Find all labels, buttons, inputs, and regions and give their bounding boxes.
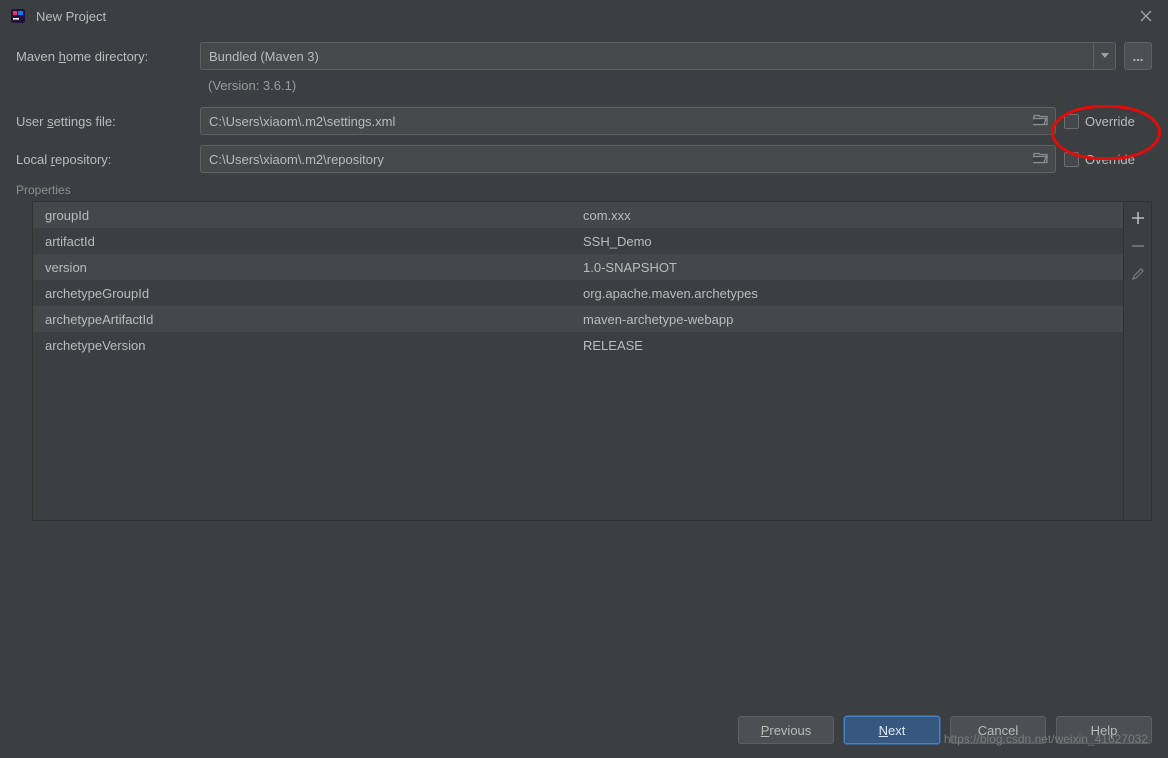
maven-home-dropdown[interactable]: Bundled (Maven 3) <box>200 42 1116 70</box>
table-row[interactable]: archetypeVersionRELEASE <box>33 332 1123 358</box>
chevron-down-icon <box>1093 43 1115 69</box>
property-value: SSH_Demo <box>583 234 1123 249</box>
property-value: com.xxx <box>583 208 1123 223</box>
table-row[interactable]: archetypeArtifactIdmaven-archetype-webap… <box>33 306 1123 332</box>
property-value: maven-archetype-webapp <box>583 312 1123 327</box>
cancel-button[interactable]: Cancel <box>950 716 1046 744</box>
property-key: archetypeVersion <box>45 338 583 353</box>
properties-table: groupIdcom.xxxartifactIdSSH_Demoversion1… <box>33 202 1123 520</box>
browse-maven-home-button[interactable]: ... <box>1124 42 1152 70</box>
local-repo-override-checkbox[interactable] <box>1064 152 1079 167</box>
plus-icon[interactable] <box>1128 208 1148 228</box>
help-button[interactable]: Help <box>1056 716 1152 744</box>
minus-icon[interactable] <box>1128 236 1148 256</box>
local-repo-input[interactable]: C:\Users\xiaom\.m2\repository <box>200 145 1056 173</box>
table-row[interactable]: archetypeGroupIdorg.apache.maven.archety… <box>33 280 1123 306</box>
close-icon[interactable] <box>1134 4 1158 28</box>
user-settings-input[interactable]: C:\Users\xiaom\.m2\settings.xml <box>200 107 1056 135</box>
user-settings-override-checkbox[interactable] <box>1064 114 1079 129</box>
next-button[interactable]: Next <box>844 716 940 744</box>
maven-home-value: Bundled (Maven 3) <box>209 49 319 64</box>
local-repo-override: Override <box>1064 152 1152 167</box>
local-repo-label: Local repository: <box>16 152 200 167</box>
window-title: New Project <box>36 9 1134 24</box>
maven-version-text: (Version: 3.6.1) <box>200 78 1152 93</box>
app-icon <box>10 8 26 24</box>
property-key: archetypeArtifactId <box>45 312 583 327</box>
dialog-footer: Previous Next Cancel Help <box>738 716 1152 744</box>
property-key: groupId <box>45 208 583 223</box>
properties-section-label: Properties <box>16 183 1152 197</box>
pencil-icon[interactable] <box>1128 264 1148 284</box>
titlebar: New Project <box>0 0 1168 32</box>
property-key: artifactId <box>45 234 583 249</box>
property-value: RELEASE <box>583 338 1123 353</box>
folder-open-icon[interactable] <box>1033 113 1049 130</box>
property-value: 1.0-SNAPSHOT <box>583 260 1123 275</box>
property-key: version <box>45 260 583 275</box>
override-label: Override <box>1085 114 1135 129</box>
table-row[interactable]: groupIdcom.xxx <box>33 202 1123 228</box>
local-repo-value: C:\Users\xiaom\.m2\repository <box>209 152 384 167</box>
property-key: archetypeGroupId <box>45 286 583 301</box>
previous-button[interactable]: Previous <box>738 716 834 744</box>
property-value: org.apache.maven.archetypes <box>583 286 1123 301</box>
user-settings-override: Override <box>1064 114 1152 129</box>
table-row[interactable]: artifactIdSSH_Demo <box>33 228 1123 254</box>
user-settings-label: User settings file: <box>16 114 200 129</box>
properties-toolbar <box>1123 202 1151 520</box>
user-settings-value: C:\Users\xiaom\.m2\settings.xml <box>209 114 395 129</box>
override-label: Override <box>1085 152 1135 167</box>
properties-table-container: groupIdcom.xxxartifactIdSSH_Demoversion1… <box>32 201 1152 521</box>
dialog-content: Maven home directory: Bundled (Maven 3) … <box>0 32 1168 521</box>
folder-open-icon[interactable] <box>1033 151 1049 168</box>
table-row[interactable]: version1.0-SNAPSHOT <box>33 254 1123 280</box>
maven-home-label: Maven home directory: <box>16 49 200 64</box>
